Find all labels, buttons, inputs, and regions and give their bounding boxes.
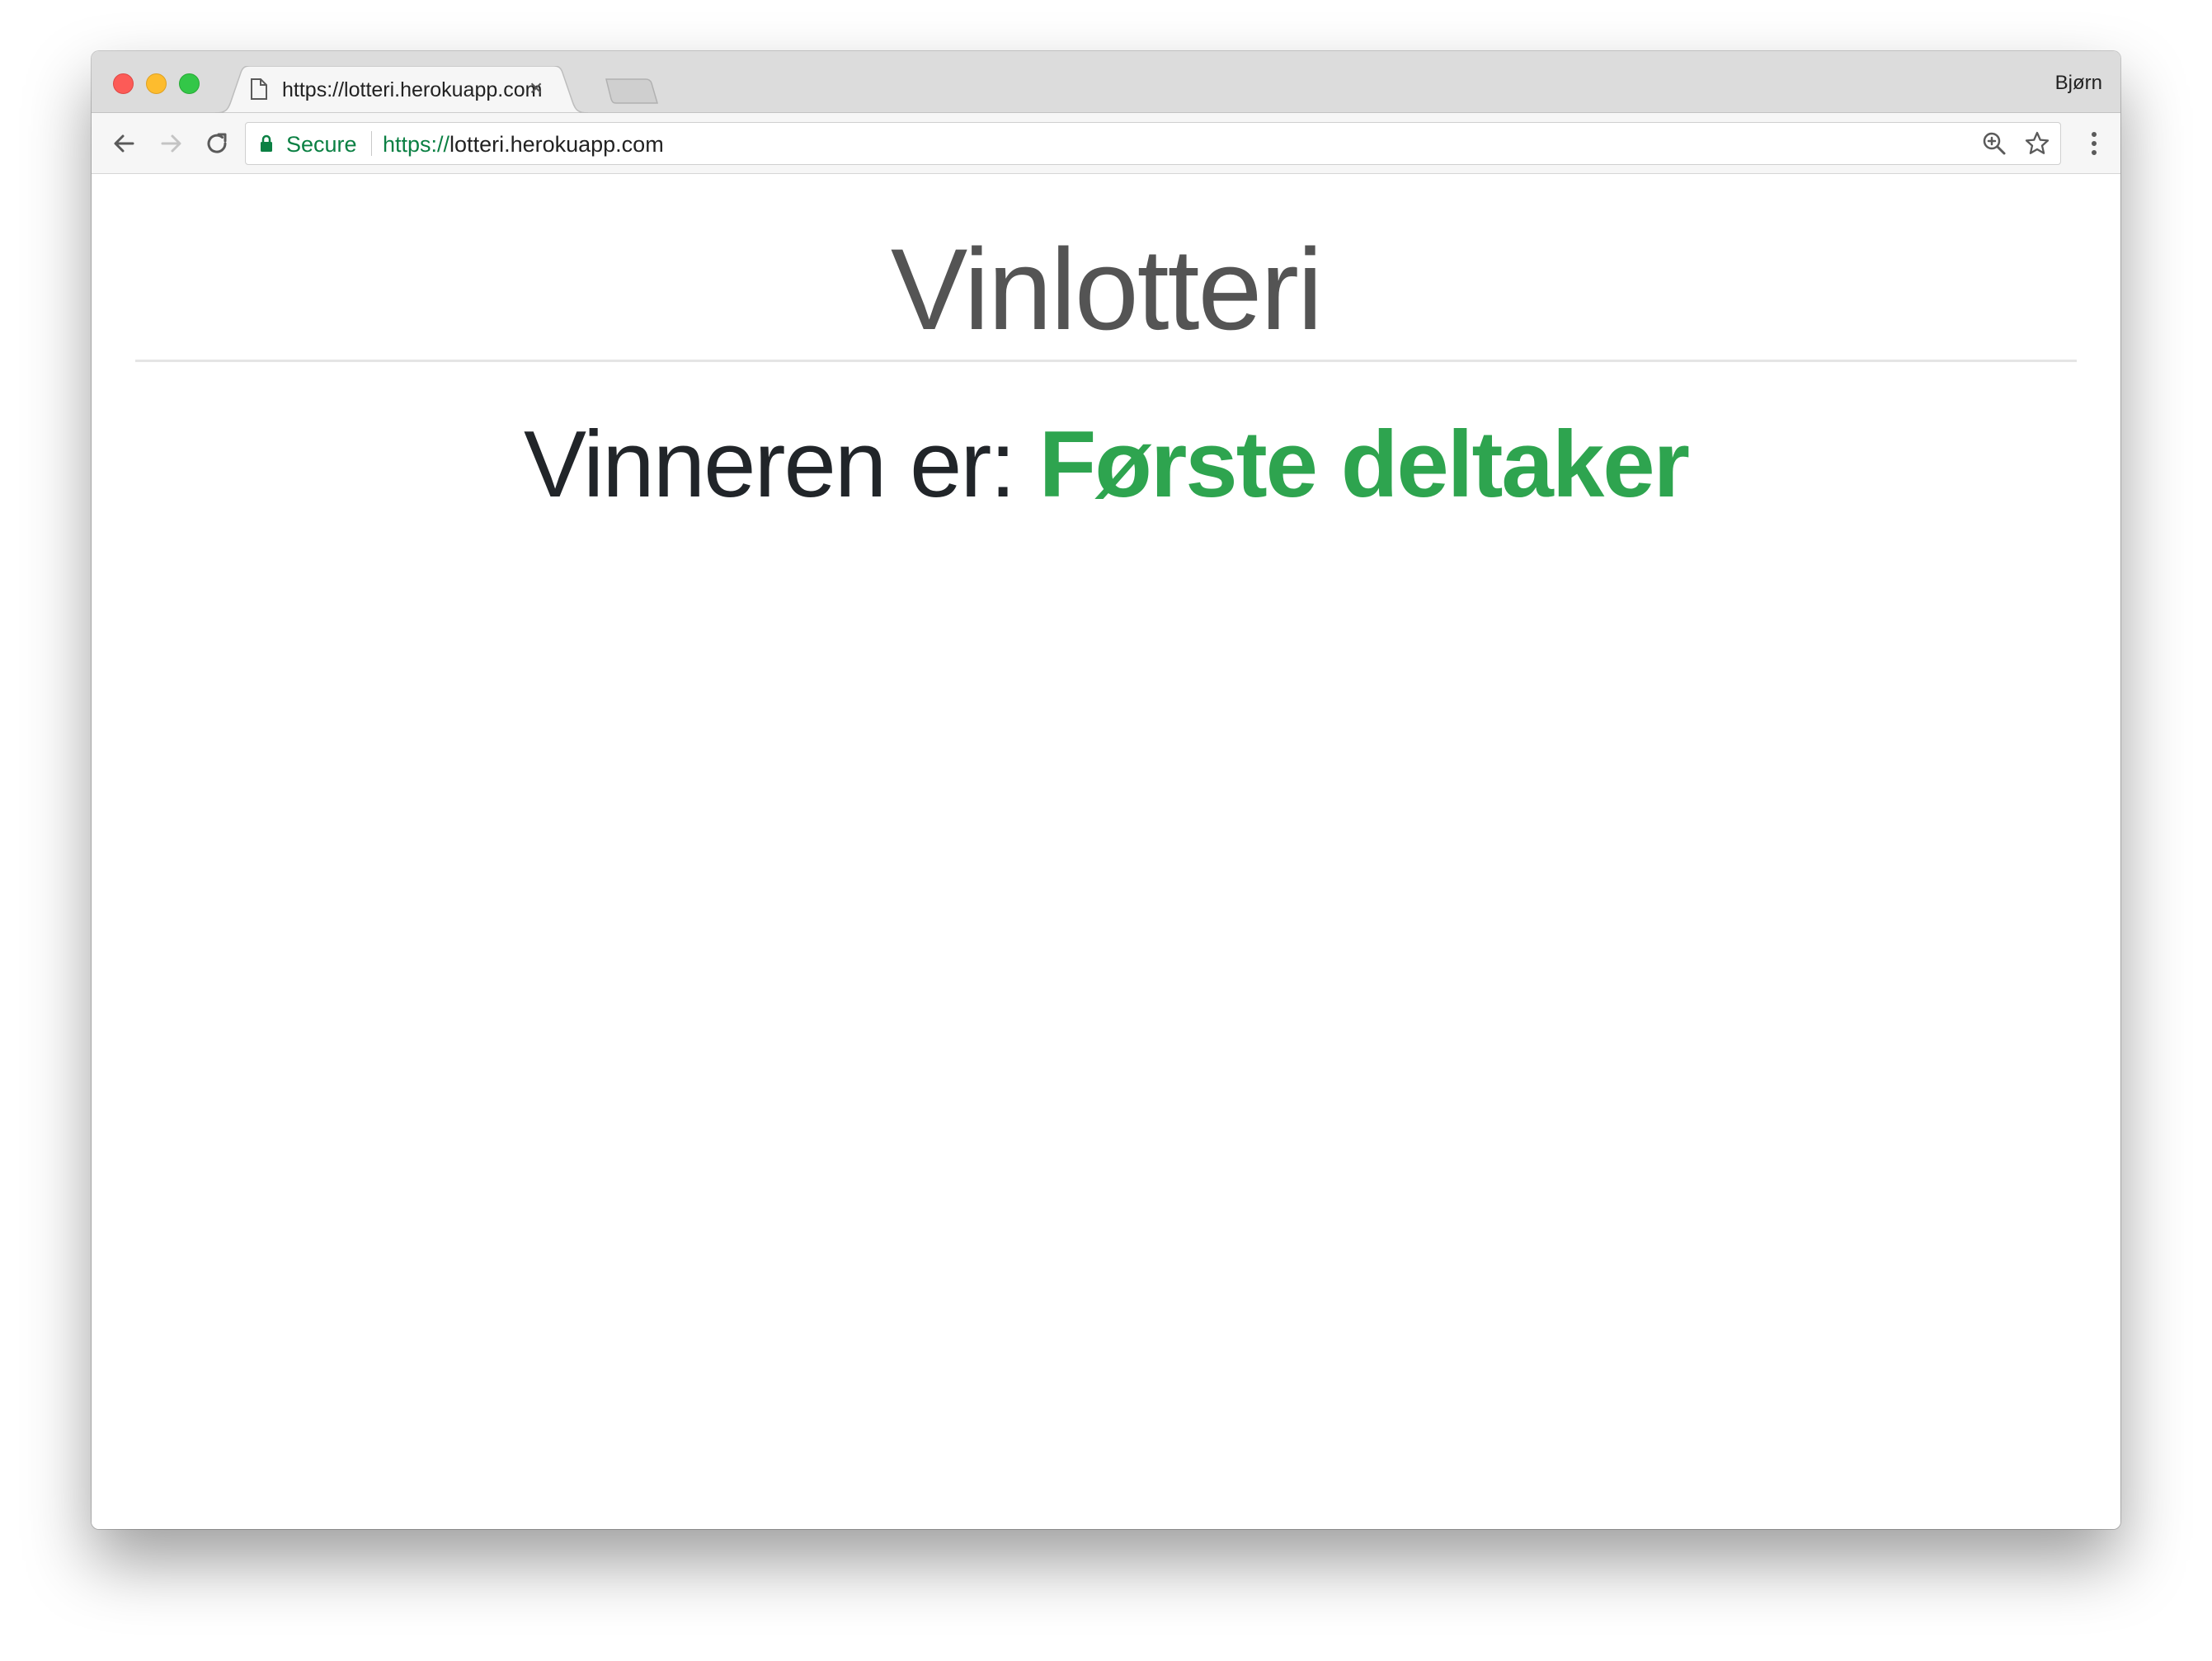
url-text[interactable]: https://lotteri.herokuapp.com xyxy=(383,131,664,158)
winner-name: Første deltaker xyxy=(1038,412,1690,517)
url-scheme: https:// xyxy=(383,132,450,157)
winner-announcement: Vinneren er: Første deltaker xyxy=(92,412,2120,519)
winner-prefix: Vinneren er: xyxy=(524,412,1016,517)
new-tab-button[interactable] xyxy=(603,78,659,105)
lock-icon xyxy=(260,134,273,153)
arrow-left-icon xyxy=(114,134,134,153)
tab-title: https://lotteri.herokuapp.com xyxy=(282,78,543,101)
page-content: Vinlotteri Vinneren er: Første deltaker xyxy=(92,174,2120,1529)
kebab-menu-icon[interactable] xyxy=(2084,128,2104,159)
document-icon xyxy=(250,78,268,101)
address-bar[interactable]: Secure https://lotteri.herokuapp.com xyxy=(245,122,2061,165)
security-label[interactable]: Secure xyxy=(286,131,357,158)
omnibox-separator xyxy=(371,131,372,156)
close-window-button[interactable] xyxy=(113,73,134,94)
tab-active[interactable]: https://lotteri.herokuapp.com × xyxy=(215,66,595,113)
forward-button[interactable] xyxy=(154,127,187,160)
browser-window: https://lotteri.herokuapp.com × Bjørn Se… xyxy=(92,51,2120,1529)
profile-name[interactable]: Bjørn xyxy=(2055,72,2102,95)
url-host: lotteri.herokuapp.com xyxy=(449,132,664,157)
maximize-window-button[interactable] xyxy=(179,73,200,94)
divider xyxy=(135,360,2077,362)
reload-icon xyxy=(207,133,227,153)
toolbar: Secure https://lotteri.herokuapp.com xyxy=(92,113,2120,174)
zoom-icon[interactable] xyxy=(1981,130,2007,157)
page-title: Vinlotteri xyxy=(890,224,1323,354)
arrow-right-icon xyxy=(161,134,181,153)
star-icon[interactable] xyxy=(2024,130,2050,157)
minimize-window-button[interactable] xyxy=(146,73,167,94)
tab-close-icon[interactable]: × xyxy=(524,76,548,101)
reload-button[interactable] xyxy=(200,127,233,160)
back-button[interactable] xyxy=(108,127,141,160)
tab-strip: https://lotteri.herokuapp.com × Bjørn xyxy=(92,51,2120,113)
